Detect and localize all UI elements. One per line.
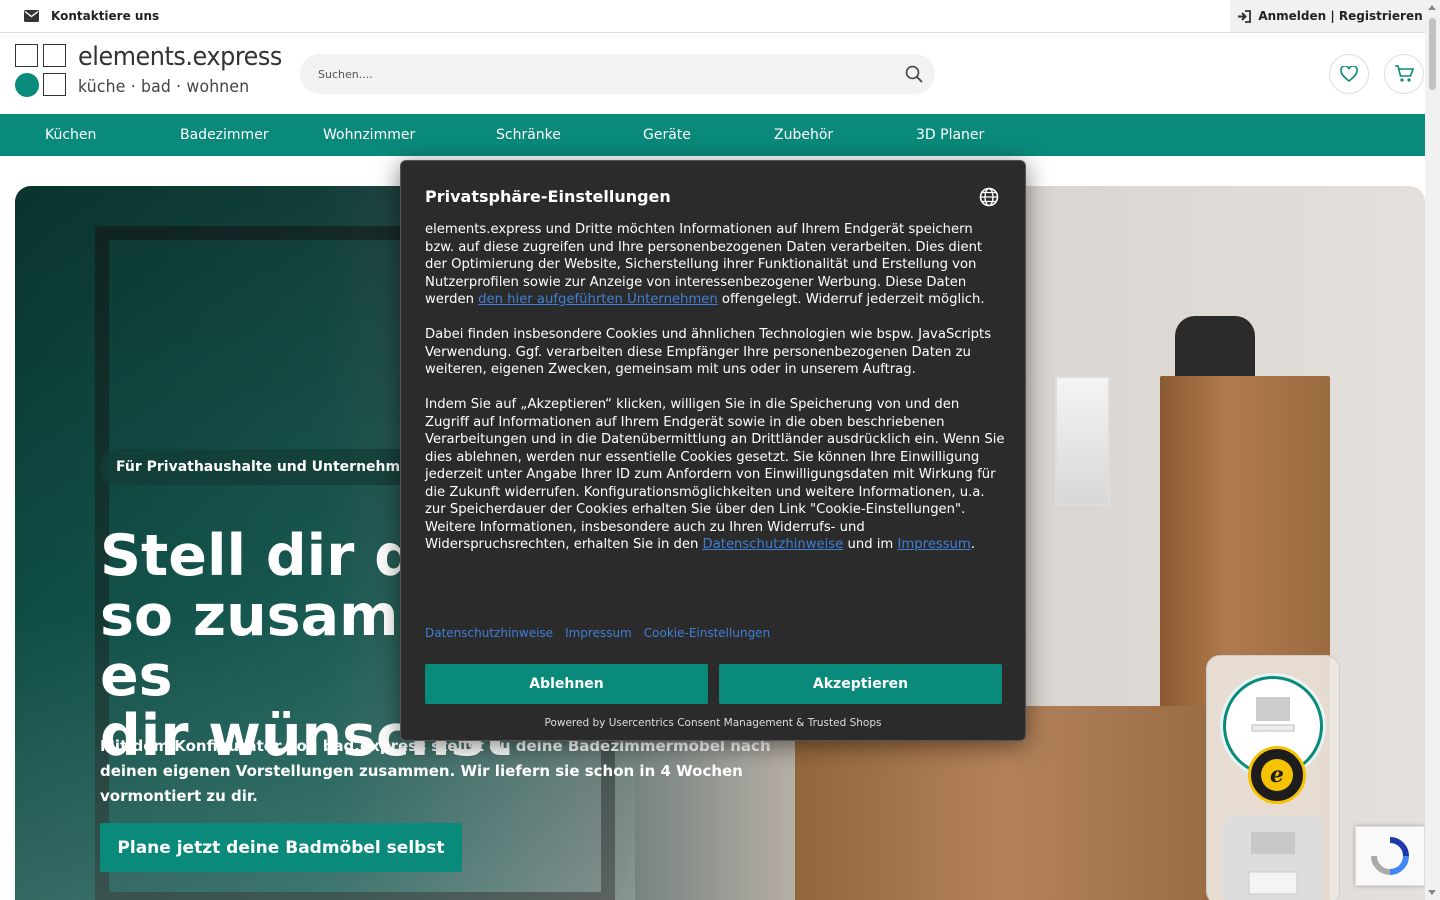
contact-label: Kontaktiere uns xyxy=(51,9,160,23)
cart-icon xyxy=(1395,65,1414,82)
consent-footer-links: Datenschutzhinweise Impressum Cookie-Ein… xyxy=(425,626,770,640)
nav-item-wohnzimmer[interactable]: Wohnzimmer xyxy=(323,114,415,156)
search-input[interactable] xyxy=(318,54,878,94)
logo-dot xyxy=(15,73,39,97)
privacy-consent-dialog: Privatsphäre-Einstellungen elements.expr… xyxy=(400,160,1026,741)
logo-square xyxy=(43,73,66,96)
cookie-settings-link[interactable]: Cookie-Einstellungen xyxy=(644,626,770,640)
hero-wall-mirror-decor xyxy=(1055,376,1110,506)
hero-badge: Für Privathaushalte und Unternehmen xyxy=(100,449,436,485)
login-label: Anmelden | Registrieren xyxy=(1258,9,1423,23)
recaptcha-badge[interactable] xyxy=(1355,826,1425,886)
consent-title: Privatsphäre-Einstellungen xyxy=(425,187,671,206)
consent-text: und im xyxy=(843,537,898,552)
nav-item-kuechen[interactable]: Küchen xyxy=(45,114,96,156)
imprint-inline-link[interactable]: Impressum xyxy=(897,537,970,552)
heart-icon xyxy=(1340,66,1358,82)
search-bar xyxy=(300,54,935,94)
powered-by-text: Powered by Usercentrics Consent Manageme… xyxy=(544,717,882,729)
plan-bathroom-button[interactable]: Plane jetzt deine Badmöbel selbst xyxy=(100,823,462,872)
logo-name: elements.express xyxy=(78,42,282,72)
wishlist-button[interactable] xyxy=(1329,54,1369,94)
consent-text: Indem Sie auf „Akzeptieren“ klicken, wil… xyxy=(425,397,1005,552)
accept-button[interactable]: Akzeptieren xyxy=(719,664,1002,704)
page-scrollbar[interactable] xyxy=(1425,0,1440,900)
sign-in-icon xyxy=(1238,9,1252,23)
consent-paragraph: Dabei finden insbesondere Cookies und äh… xyxy=(425,327,992,377)
consent-text: . xyxy=(970,537,975,552)
logo-square xyxy=(43,44,66,67)
hero-text: Mit dem Konfigurator von bad.express ste… xyxy=(100,737,771,805)
main-nav: Küchen Badezimmer Wohnzimmer Schränke Ge… xyxy=(0,114,1425,156)
site-logo[interactable]: elements.express küche · bad · wohnen xyxy=(15,42,285,100)
scroll-down-arrow-icon[interactable] xyxy=(1428,890,1436,895)
envelope-icon xyxy=(24,10,39,22)
nav-item-badezimmer[interactable]: Badezimmer xyxy=(180,114,269,156)
nav-item-schraenke[interactable]: Schränke xyxy=(496,114,561,156)
preview-thumbnail[interactable] xyxy=(1223,816,1323,900)
top-bar: Kontaktiere uns Anmelden | Registrieren xyxy=(0,0,1440,33)
nav-item-3d-planer[interactable]: 3D Planer xyxy=(916,114,984,156)
scroll-up-arrow-icon[interactable] xyxy=(1428,5,1436,10)
site-header: elements.express küche · bad · wohnen xyxy=(0,33,1440,114)
logo-square xyxy=(15,44,38,67)
consent-body: elements.express und Dritte möchten Info… xyxy=(425,221,1005,571)
trusted-shops-badge[interactable]: e xyxy=(1248,746,1306,804)
consent-paragraph: elements.express und Dritte möchten Info… xyxy=(425,221,1005,309)
consent-paragraph: Indem Sie auf „Akzeptieren“ klicken, wil… xyxy=(425,396,1005,554)
privacy-policy-link[interactable]: Datenschutzhinweise xyxy=(425,626,553,640)
companies-list-link[interactable]: den hier aufgeführten Unternehmen xyxy=(478,292,718,307)
scrollbar-thumb[interactable] xyxy=(1429,18,1436,90)
decline-button[interactable]: Ablehnen xyxy=(425,664,708,704)
consent-text: offengelegt. Widerruf jederzeit möglich. xyxy=(717,292,985,307)
globe-language-icon[interactable] xyxy=(979,187,999,207)
privacy-policy-inline-link[interactable]: Datenschutzhinweise xyxy=(703,537,844,552)
imprint-link[interactable]: Impressum xyxy=(565,626,632,640)
trusted-shops-e-icon: e xyxy=(1261,759,1293,791)
login-register-link[interactable]: Anmelden | Registrieren xyxy=(1230,0,1430,32)
nav-item-zubehoer[interactable]: Zubehör xyxy=(774,114,833,156)
contact-link[interactable]: Kontaktiere uns xyxy=(24,0,159,32)
logo-tagline: küche · bad · wohnen xyxy=(78,77,250,97)
nav-item-geraete[interactable]: Geräte xyxy=(643,114,691,156)
search-icon[interactable] xyxy=(905,65,923,83)
recaptcha-icon xyxy=(1371,837,1409,875)
vanity-thumbnail-icon xyxy=(1248,832,1298,895)
cart-button[interactable] xyxy=(1384,54,1424,94)
